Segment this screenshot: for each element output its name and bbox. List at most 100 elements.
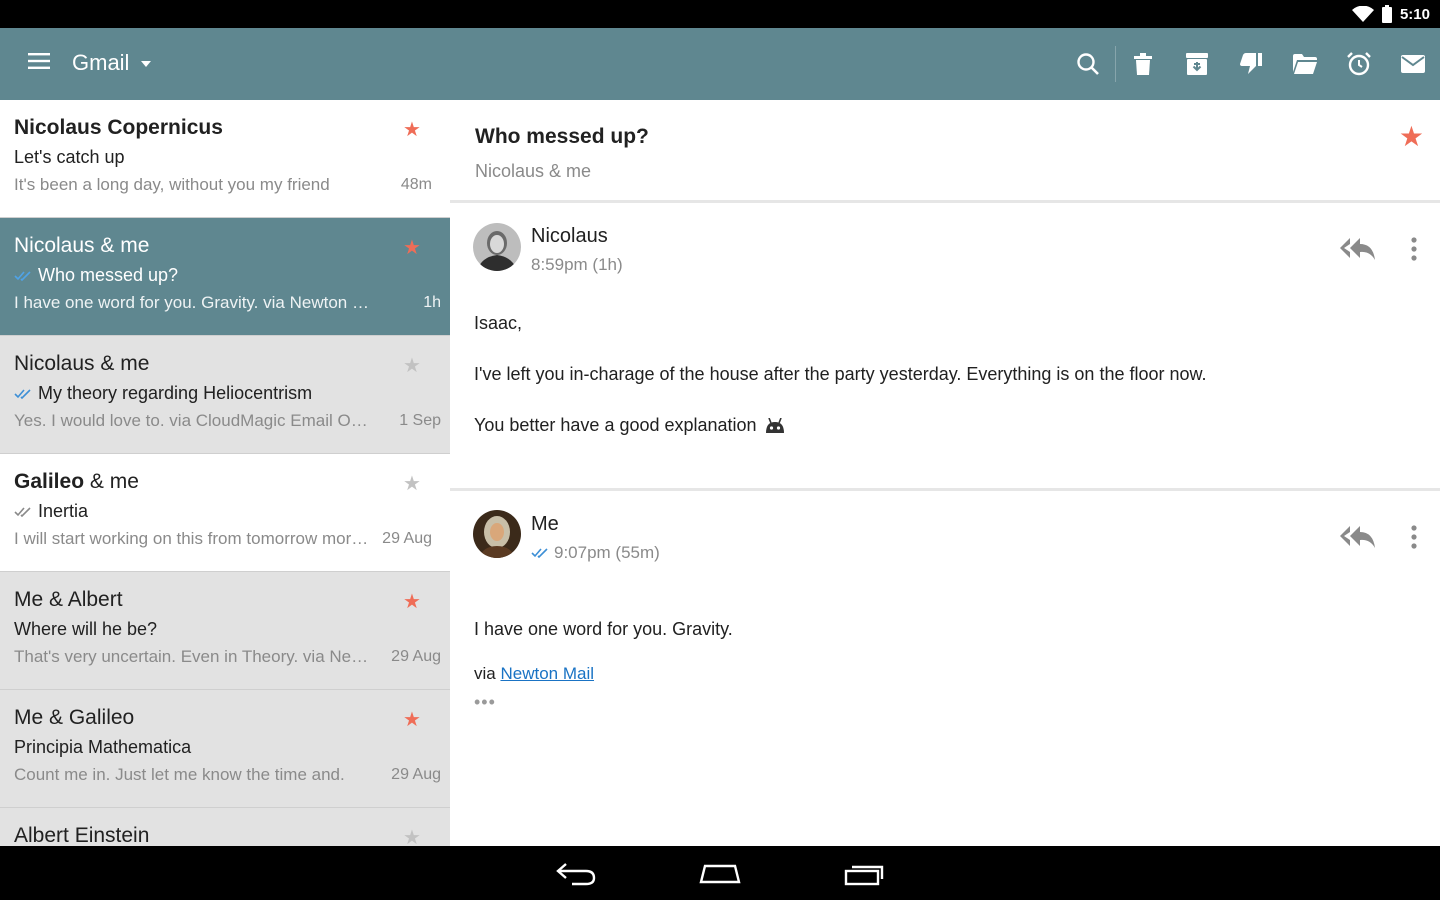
conversation-subject: Who messed up? xyxy=(475,125,649,148)
wifi-icon xyxy=(1351,6,1374,22)
message-time: 9:07pm (55m) xyxy=(554,543,660,562)
message-body: I have one word for you. Gravity. via Ne… xyxy=(474,619,733,713)
thread-subject: Inertia xyxy=(38,501,89,521)
thread-preview: Yes. I would love to. via CloudMagic Ema… xyxy=(14,411,374,430)
thread-subject-row: Who messed up? xyxy=(14,265,178,286)
double-check-icon xyxy=(14,506,31,517)
double-check-icon xyxy=(531,548,548,559)
thread-sender: Nicolaus & me xyxy=(14,352,149,376)
thread-time: 29 Aug xyxy=(382,530,432,547)
android-emoji-icon xyxy=(765,417,784,433)
back-icon[interactable] xyxy=(556,862,596,886)
snooze-icon xyxy=(1347,52,1371,76)
recent-apps-icon[interactable] xyxy=(844,862,886,886)
thread-subject: Let's catch up xyxy=(14,147,125,167)
thread-time: 1 Sep xyxy=(399,412,441,429)
home-icon[interactable] xyxy=(699,864,741,884)
thread-preview: It's been a long day, without you my fri… xyxy=(14,175,330,194)
thread-subject: Where will he be? xyxy=(14,619,158,639)
thread-sender: Nicolaus & me xyxy=(14,234,149,258)
thread-row[interactable]: Nicolaus & me My theory regarding Helioce… xyxy=(0,336,450,454)
thread-sender-bold: Galileo xyxy=(14,470,85,493)
message-sender: Nicolaus xyxy=(531,225,608,247)
star-icon[interactable]: ★ xyxy=(403,710,421,730)
thread-subject: Principia Mathematica xyxy=(14,737,192,757)
thread-sender-rest: Nicolaus & me xyxy=(14,352,150,375)
thread-sender: Me & Galileo xyxy=(14,706,134,730)
thread-sender-rest: Nicolaus & me xyxy=(14,234,150,257)
thread-row[interactable]: Nicolaus Copernicus Let's catch up It's be… xyxy=(0,100,450,218)
thread-subject: Who messed up? xyxy=(38,265,179,285)
thread-subject-row: Inertia xyxy=(14,501,88,522)
thread-subject-row: Let's catch up xyxy=(14,147,125,168)
thread-subject-row: My theory regarding Heliocentrism xyxy=(14,383,312,404)
account-name: Gmail xyxy=(72,50,130,75)
toolbar-actions xyxy=(1061,28,1440,100)
thread-time: 48m xyxy=(400,176,432,193)
thread-sender-bold: Nicolaus Copernicus xyxy=(14,116,223,139)
star-icon[interactable]: ★ xyxy=(403,474,421,494)
thread-preview: I have one word for you. Gravity. via Ne… xyxy=(14,293,374,312)
conversation-participants: Nicolaus & me xyxy=(475,161,592,181)
archive-button[interactable] xyxy=(1170,28,1224,100)
chevron-down-icon xyxy=(141,61,152,67)
thread-sender-rest: & me xyxy=(84,470,139,493)
star-icon[interactable]: ★ xyxy=(403,356,421,376)
account-switcher[interactable]: Gmail xyxy=(72,50,152,76)
thread-sender-rest: Me & Galileo xyxy=(14,706,135,729)
thread-row[interactable]: Albert Einstein ★ xyxy=(0,808,450,846)
archive-icon xyxy=(1186,53,1208,75)
snooze-button[interactable] xyxy=(1332,28,1386,100)
star-icon[interactable]: ★ xyxy=(403,592,421,612)
move-to-folder-button[interactable] xyxy=(1278,28,1332,100)
thread-sender: Albert Einstein xyxy=(14,824,149,846)
thread-row[interactable]: Nicolaus & me Who messed up? I have one wo… xyxy=(0,218,450,336)
search-button[interactable] xyxy=(1061,28,1115,100)
trash-icon xyxy=(1134,53,1152,75)
thread-sender: Nicolaus Copernicus xyxy=(14,116,223,140)
message-paragraph: You better have a good explanation xyxy=(474,415,757,435)
thread-row[interactable]: Galileo & me Inertia I will start working … xyxy=(0,454,450,572)
navigation-bar xyxy=(0,846,1440,900)
spam-icon xyxy=(1240,53,1262,74)
thread-subject: My theory regarding Heliocentrism xyxy=(38,383,313,403)
reply-all-icon[interactable] xyxy=(1340,236,1376,262)
conversation-header: Who messed up? Nicolaus & me ★ xyxy=(450,100,1440,203)
thread-subject-row: Where will he be? xyxy=(14,619,157,640)
delete-button[interactable] xyxy=(1116,28,1170,100)
message-paragraph: I have one word for you. Gravity. xyxy=(474,619,733,639)
thread-row[interactable]: Me & Albert Where will he be? That's very … xyxy=(0,572,450,690)
thread-time: 1h xyxy=(423,294,441,311)
reply-all-icon[interactable] xyxy=(1340,524,1376,550)
battery-icon xyxy=(1381,5,1392,23)
avatar xyxy=(473,510,521,558)
mark-unread-icon xyxy=(1401,55,1425,73)
star-icon[interactable]: ★ xyxy=(403,238,421,258)
spam-button[interactable] xyxy=(1224,28,1278,100)
thread-preview: Count me in. Just let me know the time a… xyxy=(14,765,345,784)
star-icon[interactable]: ★ xyxy=(403,120,421,140)
show-quoted-text-button[interactable]: ••• xyxy=(474,692,733,713)
thread-row[interactable]: Me & Galileo Principia Mathematica Count m… xyxy=(0,690,450,808)
message-card: Nicolaus 8:59pm (1h) Isaac, I've left yo… xyxy=(450,203,1440,491)
status-clock: 5:10 xyxy=(1399,5,1430,23)
message-time: 8:59pm (1h) xyxy=(531,255,623,274)
star-icon[interactable]: ★ xyxy=(403,828,421,846)
more-options-icon[interactable] xyxy=(1405,236,1423,262)
move-to-folder-icon xyxy=(1293,54,1317,74)
message-card: Me 9:07pm (55m) I have one word for you.… xyxy=(450,491,1440,846)
mark-unread-button[interactable] xyxy=(1386,28,1440,100)
star-icon[interactable]: ★ xyxy=(1399,120,1424,153)
menu-icon[interactable] xyxy=(28,52,50,70)
more-options-icon[interactable] xyxy=(1405,524,1423,550)
thread-sender: Galileo & me xyxy=(14,470,139,494)
thread-time: 29 Aug xyxy=(391,766,441,783)
double-check-icon xyxy=(14,388,31,399)
message-sender: Me xyxy=(531,513,559,535)
message-paragraph: Isaac, xyxy=(474,313,523,333)
conversation-pane: Who messed up? Nicolaus & me ★ Nicolaus … xyxy=(450,100,1440,846)
signature: via Newton Mail xyxy=(474,664,733,684)
thread-sender-rest: Albert Einstein xyxy=(14,824,150,846)
newton-mail-link[interactable]: Newton Mail xyxy=(500,664,594,683)
message-time-row: 9:07pm (55m) xyxy=(531,543,660,563)
